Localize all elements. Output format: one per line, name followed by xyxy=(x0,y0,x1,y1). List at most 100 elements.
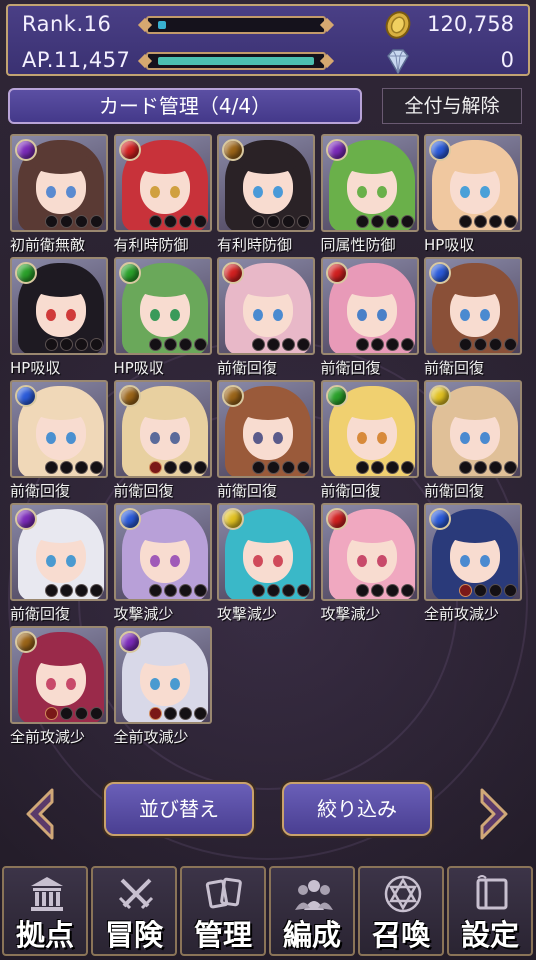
character-eye xyxy=(356,432,367,444)
nav-label-base: 拠点 xyxy=(15,918,74,952)
card-tile[interactable]: 全前攻減少 xyxy=(113,626,212,748)
nav-item-formation[interactable]: 編成 xyxy=(269,866,355,956)
card-tile[interactable]: 前衛回復 xyxy=(217,380,315,502)
card-skill-label: HP吸収 xyxy=(113,359,164,377)
card-tile[interactable]: 全前攻減少 xyxy=(10,626,108,748)
card-tile[interactable]: HP吸収 xyxy=(424,134,522,256)
skill-slot xyxy=(504,461,517,474)
rank-label: Rank.16 xyxy=(22,12,112,36)
chevron-left-icon[interactable] xyxy=(22,786,62,842)
unequip-all-button[interactable]: 全付与解除 xyxy=(382,88,522,124)
card-tile[interactable]: 同属性防御 xyxy=(320,134,419,256)
card-skill-label: 前衛回復 xyxy=(10,482,71,500)
chevron-right-icon[interactable] xyxy=(472,786,512,842)
skill-slot xyxy=(178,707,192,720)
card-tile[interactable]: 初前衛無敵 xyxy=(10,134,108,256)
skill-slot xyxy=(504,584,517,597)
ap-label: AP.11,457 xyxy=(22,48,131,72)
character-bangs xyxy=(32,521,90,543)
filter-button[interactable]: 絞り込み xyxy=(282,782,432,836)
element-orb-icon xyxy=(15,508,37,530)
card-tile[interactable]: 攻撃減少 xyxy=(320,503,419,625)
nav-item-adventure[interactable]: 冒険 xyxy=(91,866,177,956)
card-tile[interactable]: 前衛回復 xyxy=(10,503,108,625)
skill-slot xyxy=(355,215,369,228)
card-tile[interactable]: 前衛回復 xyxy=(320,257,419,379)
character-eye xyxy=(66,186,76,198)
skill-slot xyxy=(193,215,207,228)
element-orb-icon xyxy=(325,508,348,530)
card-tile[interactable]: 前衛回復 xyxy=(424,257,522,379)
character-bangs xyxy=(342,275,401,297)
card-skill-label: 前衛回復 xyxy=(424,482,485,500)
nav-item-base[interactable]: 拠点 xyxy=(2,866,88,956)
card-tile[interactable]: 前衛回復 xyxy=(424,380,522,502)
card-tile[interactable]: 攻撃減少 xyxy=(217,503,315,625)
rank-row: Rank.16 120,758 xyxy=(8,8,528,42)
card-portrait xyxy=(424,257,522,355)
element-orb-icon xyxy=(15,139,37,161)
card-skill-label: 前衛回復 xyxy=(217,359,278,377)
card-tile[interactable]: HP吸収 xyxy=(113,257,212,379)
sort-button[interactable]: 並び替え xyxy=(104,782,254,836)
nav-item-summon[interactable]: 召喚 xyxy=(358,866,444,956)
skill-slot xyxy=(459,461,472,474)
skill-slot xyxy=(45,338,58,351)
character-eye xyxy=(46,309,56,321)
diamond-icon xyxy=(387,49,409,75)
skill-slot xyxy=(60,338,73,351)
skill-slot xyxy=(163,461,177,474)
element-orb-icon xyxy=(118,508,141,530)
card-tile[interactable]: 有利時防御 xyxy=(113,134,212,256)
skill-slot xyxy=(489,584,502,597)
card-tile[interactable]: 全前攻減少 xyxy=(424,503,522,625)
hexagram-icon xyxy=(384,875,422,913)
character-eye xyxy=(149,432,160,444)
card-skill-label: HP吸収 xyxy=(424,236,475,254)
character-eye xyxy=(66,432,76,444)
skill-slot xyxy=(90,215,103,228)
skill-slot xyxy=(282,584,295,597)
character-eye xyxy=(66,309,76,321)
skill-slot xyxy=(400,461,414,474)
skill-slot xyxy=(178,461,192,474)
card-tile[interactable]: 前衛回復 xyxy=(113,380,212,502)
card-tile[interactable]: 有利時防御 xyxy=(217,134,315,256)
character-eye xyxy=(169,432,180,444)
rank-progress-fill xyxy=(158,21,166,29)
ap-bar-fill xyxy=(158,57,314,65)
nav-item-settings[interactable]: 設定 xyxy=(447,866,533,956)
character-bangs xyxy=(239,152,297,174)
character-eye xyxy=(273,309,283,321)
card-tile[interactable]: HP吸収 xyxy=(10,257,108,379)
skill-slots xyxy=(147,582,207,597)
card-portrait xyxy=(320,134,419,232)
skill-slot xyxy=(163,584,177,597)
card-portrait xyxy=(217,380,315,478)
character-bangs xyxy=(32,152,90,174)
element-orb-icon xyxy=(325,385,348,407)
skill-slot xyxy=(297,461,310,474)
card-tile[interactable]: 前衛回復 xyxy=(10,380,108,502)
card-tile[interactable]: 前衛回復 xyxy=(320,380,419,502)
nav-item-manage[interactable]: 管理 xyxy=(180,866,266,956)
character-eye xyxy=(46,678,56,690)
skill-slot xyxy=(75,707,88,720)
skill-slots xyxy=(354,336,414,351)
card-portrait xyxy=(217,257,315,355)
card-portrait xyxy=(424,380,522,478)
skill-slot xyxy=(60,584,73,597)
card-skill-label: 初前衛無敵 xyxy=(10,236,86,254)
skill-slot xyxy=(504,215,517,228)
character-eye xyxy=(169,678,180,690)
skill-slots xyxy=(457,213,517,228)
skill-slot xyxy=(297,584,310,597)
ap-bar xyxy=(146,52,326,70)
element-orb-icon xyxy=(222,508,244,530)
skill-slot xyxy=(474,461,487,474)
character-eye xyxy=(149,309,160,321)
card-tile[interactable]: 攻撃減少 xyxy=(113,503,212,625)
skill-slots xyxy=(43,213,103,228)
card-tile[interactable]: 前衛回復 xyxy=(217,257,315,379)
character-eye xyxy=(253,555,263,567)
